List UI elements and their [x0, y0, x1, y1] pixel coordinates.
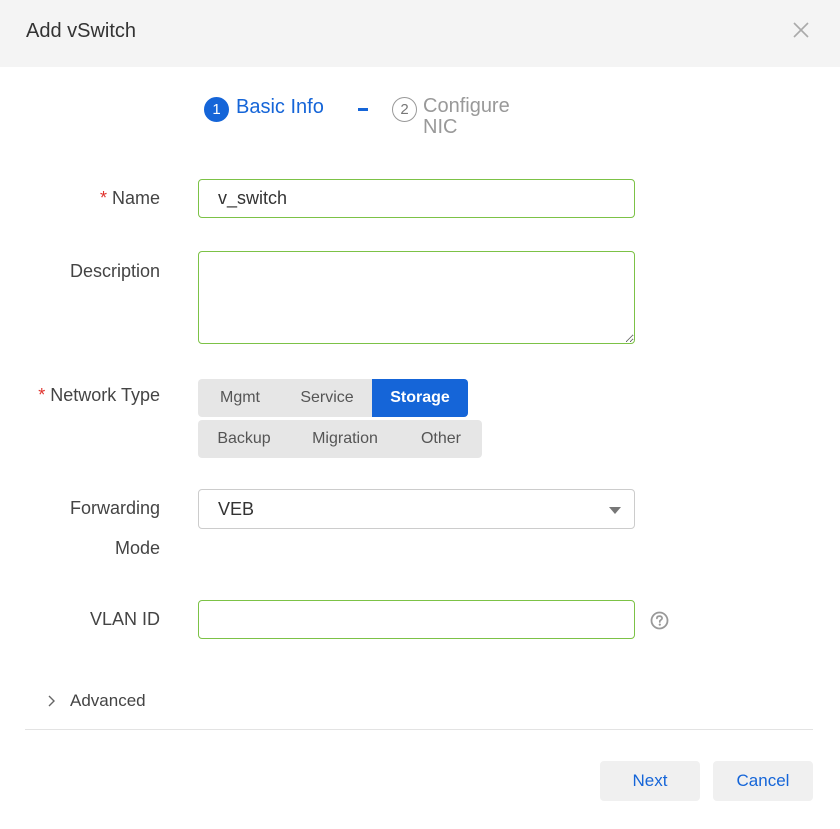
- next-button[interactable]: Next: [600, 761, 700, 801]
- advanced-label: Advanced: [70, 691, 146, 710]
- network-type-option-service[interactable]: Service: [282, 379, 372, 417]
- required-mark: *: [99, 188, 107, 208]
- network-type-option-mgmt[interactable]: Mgmt: [198, 379, 282, 417]
- network-type-option-other[interactable]: Other: [400, 420, 482, 458]
- chevron-right-icon: [48, 695, 55, 707]
- network-type-segment-row-2: Backup Migration Other: [198, 420, 482, 458]
- name-input[interactable]: [198, 179, 635, 218]
- network-type-option-storage[interactable]: Storage: [372, 379, 468, 417]
- add-vswitch-dialog: Add vSwitch 1 Basic Info 2 Configure NIC…: [0, 0, 840, 829]
- step-2-number: 2: [392, 97, 417, 122]
- step-2-label: Configure NIC: [423, 95, 510, 138]
- caret-down-icon: [609, 507, 621, 514]
- step-1-label: Basic Info: [236, 96, 324, 118]
- vlan-id-label: VLAN ID: [89, 609, 160, 629]
- question-circle-icon[interactable]: [650, 611, 669, 630]
- step-separator: [358, 108, 368, 111]
- close-icon[interactable]: [790, 19, 812, 41]
- description-label: Description: [69, 261, 160, 281]
- forwarding-mode-label-line1: Forwarding: [69, 498, 160, 518]
- dialog-title: Add vSwitch: [26, 20, 137, 42]
- network-type-segment-row-1: Mgmt Service Storage: [198, 379, 468, 417]
- footer-divider: [25, 729, 813, 730]
- step-1-number: 1: [204, 97, 229, 122]
- description-textarea[interactable]: [198, 251, 635, 344]
- required-mark: *: [38, 385, 46, 405]
- name-label: * Name: [99, 188, 160, 208]
- forwarding-mode-value: VEB: [218, 499, 255, 519]
- forwarding-mode-select[interactable]: VEB: [198, 489, 635, 529]
- network-type-label: * Network Type: [38, 385, 160, 405]
- network-type-option-migration[interactable]: Migration: [290, 420, 400, 458]
- cancel-button[interactable]: Cancel: [713, 761, 813, 801]
- vlan-id-input[interactable]: [198, 600, 635, 639]
- dialog-header: Add vSwitch: [0, 0, 840, 67]
- network-type-option-backup[interactable]: Backup: [198, 420, 290, 458]
- forwarding-mode-label-line2: Mode: [114, 538, 160, 558]
